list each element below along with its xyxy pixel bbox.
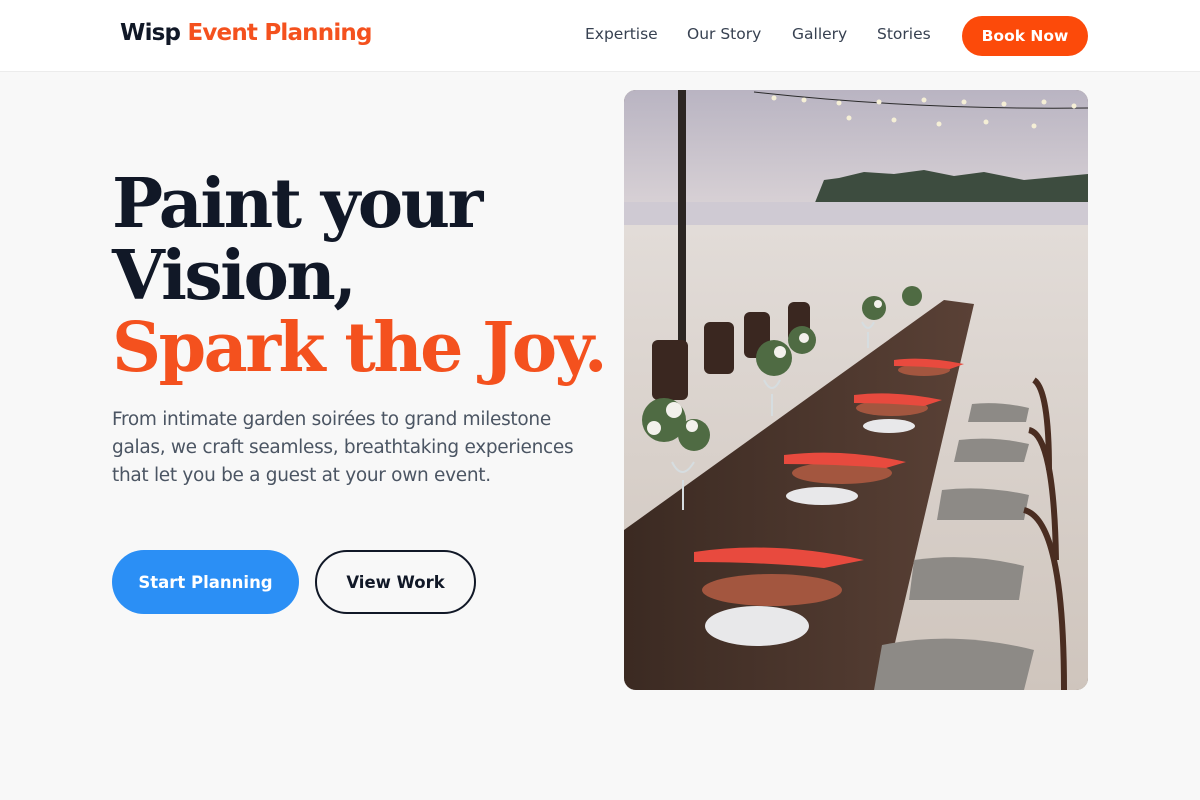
nav-link-expertise[interactable]: Expertise xyxy=(585,25,658,43)
book-now-button[interactable]: Book Now xyxy=(962,16,1088,56)
logo-wordmark: Wisp xyxy=(120,20,181,46)
hero-image xyxy=(624,90,1088,690)
start-planning-button[interactable]: Start Planning xyxy=(112,550,299,614)
headline-line-2: Vision, xyxy=(112,236,357,316)
hero-subtitle: From intimate garden soirées to grand mi… xyxy=(112,409,574,486)
nav-link-stories[interactable]: Stories xyxy=(877,25,931,43)
hero-headline: Paint your Vision, Spark the Joy. xyxy=(112,164,608,388)
headline-line-1: Paint your xyxy=(112,164,483,244)
logo[interactable]: Wisp Event Planning xyxy=(120,20,372,46)
logo-tagline: Event Planning xyxy=(187,20,372,46)
view-work-button[interactable]: View Work xyxy=(315,550,476,614)
nav-link-our-story[interactable]: Our Story xyxy=(687,25,761,43)
headline-line-3: Spark the Joy. xyxy=(112,308,608,388)
nav-link-gallery[interactable]: Gallery xyxy=(792,25,847,43)
site-header: Wisp Event Planning Expertise Our Story … xyxy=(0,0,1200,72)
